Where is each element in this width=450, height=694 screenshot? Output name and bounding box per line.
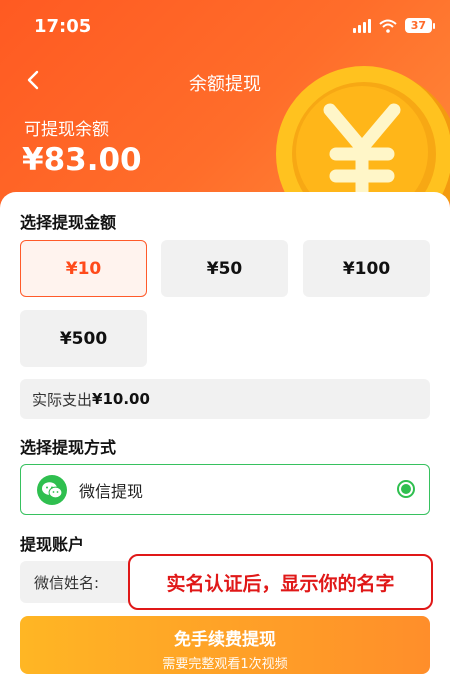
amount-option-10[interactable]: ¥10 — [20, 240, 147, 297]
wechat-option-label: 微信提现 — [79, 481, 144, 501]
actual-payout-amount: ¥10.00 — [92, 390, 150, 408]
balance-amount: ¥83.00 — [22, 142, 142, 178]
status-bar: 17:05 37 — [0, 0, 450, 54]
radio-selected-icon[interactable] — [397, 480, 415, 498]
withdraw-button-sublabel: 需要完整观看1次视频 — [162, 657, 288, 672]
wechat-icon — [37, 474, 67, 505]
signal-icon — [352, 18, 371, 33]
amount-option-500[interactable]: ¥500 — [20, 310, 147, 367]
verification-note: 实名认证后，显示你的名字 — [128, 554, 433, 610]
actual-payout-row: 实际支出 ¥10.00 — [20, 379, 430, 419]
method-section-title: 选择提现方式 — [20, 438, 117, 457]
wifi-icon — [379, 19, 397, 33]
amount-option-100[interactable]: ¥100 — [303, 240, 430, 297]
amount-section-title: 选择提现金额 — [20, 213, 117, 232]
account-section-title: 提现账户 — [20, 535, 85, 554]
wechat-name-label: 微信姓名: — [34, 573, 100, 592]
status-time: 17:05 — [34, 16, 92, 37]
coin-yen-icon — [276, 66, 450, 210]
wechat-withdraw-option[interactable]: 微信提现 — [20, 464, 430, 515]
balance-label: 可提现余额 — [24, 120, 109, 140]
header-banner: 17:05 37 余额提现 可提现余额 ¥83.00 — [0, 0, 450, 210]
withdraw-button-label: 免手续费提现 — [174, 630, 276, 650]
battery-icon: 37 — [404, 18, 436, 33]
actual-payout-label: 实际支出 — [32, 390, 93, 409]
withdraw-button[interactable]: 免手续费提现 需要完整观看1次视频 — [20, 616, 430, 674]
amount-option-50[interactable]: ¥50 — [161, 240, 288, 297]
status-icons: 37 — [352, 18, 436, 33]
